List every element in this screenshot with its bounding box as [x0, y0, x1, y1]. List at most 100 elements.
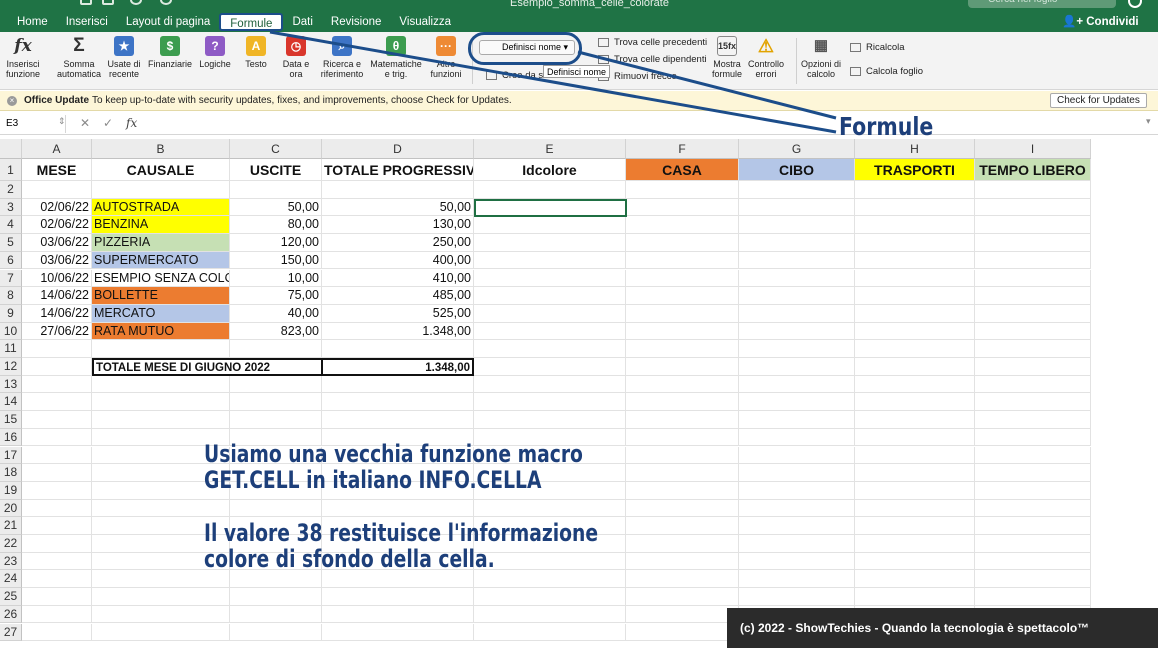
cell-f26[interactable] — [626, 605, 739, 624]
totale-cell[interactable]: 410,00 — [322, 269, 474, 288]
cell-g8[interactable] — [739, 287, 855, 305]
header-e[interactable]: Idcolore — [474, 159, 626, 181]
causale-cell[interactable]: BOLLETTE — [92, 287, 230, 305]
header-h[interactable]: TRASPORTI — [855, 159, 975, 181]
row-header-5[interactable]: 5 — [0, 234, 22, 252]
cell-a24[interactable] — [22, 570, 92, 589]
cell-f25[interactable] — [626, 588, 739, 606]
cell-e2[interactable] — [474, 181, 626, 199]
cell-g24[interactable] — [739, 570, 855, 589]
cell-c27[interactable] — [230, 623, 322, 642]
row-header-23[interactable]: 23 — [0, 552, 22, 571]
cell-i2[interactable] — [975, 181, 1091, 199]
cell-i21[interactable] — [975, 517, 1091, 535]
row-header-8[interactable]: 8 — [0, 287, 22, 305]
cell-c13[interactable] — [230, 375, 322, 394]
cell-h23[interactable] — [855, 552, 975, 571]
cell-f20[interactable] — [626, 499, 739, 518]
expand-formula-bar-icon[interactable]: ▾ — [1146, 116, 1151, 127]
cell-f9[interactable] — [626, 304, 739, 323]
row-header-18[interactable]: 18 — [0, 464, 22, 482]
cell-i8[interactable] — [975, 287, 1091, 305]
date-cell[interactable]: 14/06/22 — [22, 304, 92, 323]
tab-home[interactable]: Home — [8, 13, 57, 31]
cell-f17[interactable] — [626, 446, 739, 465]
cell-h24[interactable] — [855, 570, 975, 589]
row-header-26[interactable]: 26 — [0, 605, 22, 624]
date-time-button[interactable]: ◷ Data e ora — [282, 36, 310, 79]
row-header-13[interactable]: 13 — [0, 375, 22, 394]
cell-i4[interactable] — [975, 216, 1091, 235]
date-cell[interactable]: 27/06/22 — [22, 322, 92, 341]
date-cell[interactable]: 03/06/22 — [22, 251, 92, 270]
check-updates-button[interactable]: Check for Updates — [1050, 93, 1147, 108]
cell-a16[interactable] — [22, 428, 92, 447]
row-header-16[interactable]: 16 — [0, 428, 22, 447]
row-header-15[interactable]: 15 — [0, 411, 22, 429]
cell-a20[interactable] — [22, 499, 92, 518]
search-input[interactable]: Cerca nel foglio — [968, 0, 1116, 8]
cell-i12[interactable] — [975, 358, 1091, 376]
column-header-a[interactable]: A — [22, 139, 92, 159]
column-header-i[interactable]: I — [975, 139, 1091, 159]
cell-h20[interactable] — [855, 499, 975, 518]
cell-h14[interactable] — [855, 393, 975, 412]
row-header-10[interactable]: 10 — [0, 322, 22, 341]
cell-b14[interactable] — [92, 393, 230, 412]
cell-b26[interactable] — [92, 605, 230, 624]
tab-page-layout[interactable]: Layout di pagina — [117, 13, 219, 31]
row-header-22[interactable]: 22 — [0, 535, 22, 553]
cell-i18[interactable] — [975, 464, 1091, 482]
cell-c11[interactable] — [230, 340, 322, 358]
cell-e6[interactable] — [474, 251, 626, 270]
math-button[interactable]: θ Matematiche e trig. — [368, 36, 424, 79]
cell-h15[interactable] — [855, 411, 975, 429]
cell-a27[interactable] — [22, 623, 92, 642]
calc-sheet-button[interactable]: Calcola foglio — [850, 66, 923, 77]
uscite-cell[interactable]: 10,00 — [230, 269, 322, 288]
row-header-25[interactable]: 25 — [0, 588, 22, 606]
cell-a21[interactable] — [22, 517, 92, 535]
cell-h21[interactable] — [855, 517, 975, 535]
cell-i24[interactable] — [975, 570, 1091, 589]
cell-e10[interactable] — [474, 322, 626, 341]
cell-i17[interactable] — [975, 446, 1091, 465]
cell-h5[interactable] — [855, 234, 975, 252]
cell-d26[interactable] — [322, 605, 474, 624]
cell-h22[interactable] — [855, 535, 975, 553]
totale-cell[interactable]: 400,00 — [322, 251, 474, 270]
cell-d20[interactable] — [322, 499, 474, 518]
financial-button[interactable]: $ Finanziarie — [146, 36, 194, 69]
cell-g25[interactable] — [739, 588, 855, 606]
cell-h2[interactable] — [855, 181, 975, 199]
cell-i16[interactable] — [975, 428, 1091, 447]
totale-cell[interactable]: 1.348,00 — [322, 322, 474, 341]
cell-g2[interactable] — [739, 181, 855, 199]
cell-e27[interactable] — [474, 623, 626, 642]
cell-i3[interactable] — [975, 198, 1091, 217]
cell-i14[interactable] — [975, 393, 1091, 412]
total-label-cell[interactable]: TOTALE MESE DI GIUGNO 2022 — [92, 358, 322, 376]
cell-d11[interactable] — [322, 340, 474, 358]
header-a[interactable]: MESE — [22, 159, 92, 181]
causale-cell[interactable]: SUPERMERCATO — [92, 251, 230, 270]
recent-button[interactable]: ★ Usate di recente — [106, 36, 142, 79]
cell-g5[interactable] — [739, 234, 855, 252]
cell-a14[interactable] — [22, 393, 92, 412]
cell-f8[interactable] — [626, 287, 739, 305]
cell-b11[interactable] — [92, 340, 230, 358]
cell-c2[interactable] — [230, 181, 322, 199]
date-cell[interactable]: 02/06/22 — [22, 198, 92, 217]
uscite-cell[interactable]: 823,00 — [230, 322, 322, 341]
cell-h12[interactable] — [855, 358, 975, 376]
cell-e26[interactable] — [474, 605, 626, 624]
header-b[interactable]: CAUSALE — [92, 159, 230, 181]
uscite-cell[interactable]: 120,00 — [230, 234, 322, 252]
cell-g15[interactable] — [739, 411, 855, 429]
feedback-smiley-icon[interactable] — [1128, 0, 1142, 8]
cell-g3[interactable] — [739, 198, 855, 217]
cell-c25[interactable] — [230, 588, 322, 606]
cell-g22[interactable] — [739, 535, 855, 553]
cell-a13[interactable] — [22, 375, 92, 394]
date-cell[interactable]: 10/06/22 — [22, 269, 92, 288]
